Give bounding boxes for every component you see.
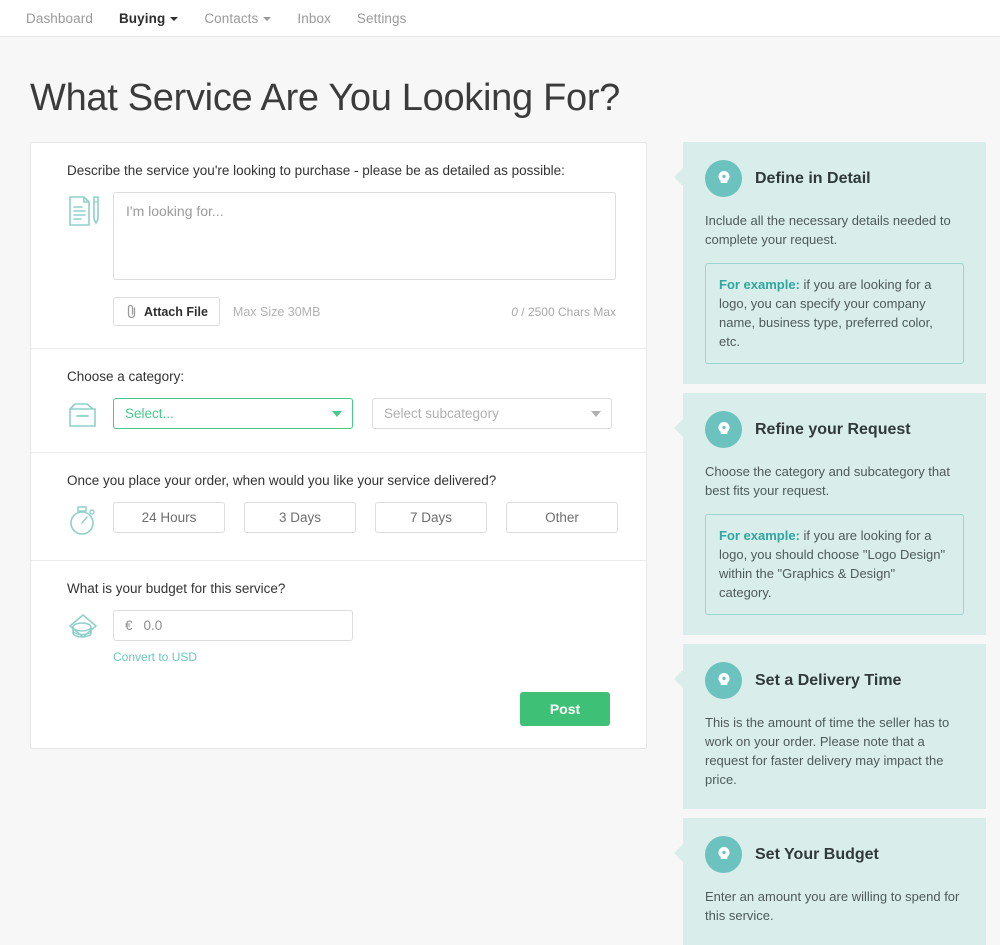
delivery-option-other[interactable]: Other bbox=[506, 502, 618, 533]
category-select[interactable]: Select... bbox=[113, 398, 353, 429]
subcategory-select[interactable]: Select subcategory bbox=[372, 398, 612, 429]
stopwatch-icon bbox=[67, 502, 113, 538]
delivery-option-label: 7 Days bbox=[409, 510, 453, 525]
tip-title: Define in Detail bbox=[755, 169, 871, 187]
tip-title: Refine your Request bbox=[755, 420, 911, 438]
delivery-option-label: 24 Hours bbox=[141, 510, 197, 525]
budget-label: What is your budget for this service? bbox=[67, 581, 286, 596]
top-navigation: Dashboard Buying Contacts Inbox Settings bbox=[0, 0, 1000, 37]
tip-body: This is the amount of time the seller ha… bbox=[705, 715, 950, 787]
page-title: What Service Are You Looking For? bbox=[30, 77, 621, 119]
describe-section: Describe the service you're looking to p… bbox=[31, 143, 646, 349]
budget-amount-input[interactable] bbox=[141, 617, 312, 634]
budget-section: What is your budget for this service? € bbox=[31, 561, 646, 748]
delivery-option-label: Other bbox=[545, 510, 579, 525]
nav-label: Dashboard bbox=[26, 10, 93, 26]
lightbulb-icon bbox=[705, 836, 742, 873]
content-layout: Describe the service you're looking to p… bbox=[0, 142, 1000, 945]
coins-icon bbox=[67, 610, 113, 646]
max-size-label: Max Size 30MB bbox=[232, 304, 321, 319]
delivery-option-7-days[interactable]: 7 Days bbox=[375, 502, 487, 533]
describe-footer: Attach File Max Size 30MB 0 / 2500 Chars… bbox=[113, 297, 616, 326]
convert-to-usd-link[interactable]: Convert to USD bbox=[113, 650, 197, 664]
tip-card-set-your-budget: Set Your Budget Enter an amount you are … bbox=[674, 818, 986, 945]
chevron-down-icon bbox=[332, 410, 342, 417]
category-select-value: Select... bbox=[125, 406, 174, 421]
nav-label: Settings bbox=[356, 10, 407, 26]
budget-input-wrapper[interactable]: € bbox=[113, 610, 353, 641]
tip-card-set-a-delivery-time: Set a Delivery Time This is the amount o… bbox=[674, 644, 986, 809]
subcategory-select-value: Select subcategory bbox=[384, 406, 499, 421]
folder-icon bbox=[67, 398, 113, 430]
tip-body: Enter an amount you are willing to spend… bbox=[705, 889, 960, 923]
post-button[interactable]: Post bbox=[520, 692, 610, 726]
chevron-down-icon bbox=[263, 17, 272, 21]
lightbulb-icon bbox=[705, 160, 742, 197]
tip-body: Choose the category and subcategory that… bbox=[705, 464, 950, 498]
tip-title: Set Your Budget bbox=[755, 845, 879, 863]
document-pencil-icon bbox=[67, 192, 113, 228]
char-max: / 2500 Chars Max bbox=[521, 304, 616, 319]
nav-item-inbox[interactable]: Inbox bbox=[297, 11, 331, 26]
page-container: What Service Are You Looking For? Descri… bbox=[0, 77, 1000, 945]
tip-example: For example: if you are looking for a lo… bbox=[705, 514, 964, 615]
nav-label: Contacts bbox=[204, 10, 259, 26]
delivery-option-3-days[interactable]: 3 Days bbox=[244, 502, 356, 533]
delivery-option-label: 3 Days bbox=[278, 510, 322, 525]
nav-label: Buying bbox=[118, 10, 166, 26]
delivery-option-24-hours[interactable]: 24 Hours bbox=[113, 502, 225, 533]
nav-item-settings[interactable]: Settings bbox=[357, 11, 407, 26]
nav-item-contacts[interactable]: Contacts bbox=[204, 10, 272, 26]
category-label: Choose a category: bbox=[67, 369, 185, 384]
attach-file-button[interactable]: Attach File bbox=[113, 297, 220, 326]
service-request-form: Describe the service you're looking to p… bbox=[30, 142, 647, 749]
chevron-down-icon bbox=[170, 17, 179, 21]
nav-item-buying[interactable]: Buying bbox=[118, 10, 179, 26]
chevron-down-icon bbox=[591, 410, 601, 417]
service-description-input[interactable] bbox=[113, 192, 616, 280]
currency-symbol: € bbox=[125, 618, 133, 633]
category-section: Choose a category: Select... Select subc… bbox=[31, 349, 646, 453]
tip-body: Include all the necessary details needed… bbox=[705, 213, 951, 247]
delivery-label: Once you place your order, when would yo… bbox=[67, 473, 497, 488]
describe-label: Describe the service you're looking to p… bbox=[67, 163, 565, 178]
tip-card-define-in-detail: Define in Detail Include all the necessa… bbox=[674, 142, 986, 384]
nav-label: Inbox bbox=[297, 10, 331, 26]
tip-card-refine-your-request: Refine your Request Choose the category … bbox=[674, 393, 986, 635]
tips-sidebar: Define in Detail Include all the necessa… bbox=[674, 142, 986, 945]
delivery-section: Once you place your order, when would yo… bbox=[31, 453, 646, 561]
nav-item-dashboard[interactable]: Dashboard bbox=[26, 11, 93, 26]
lightbulb-icon bbox=[705, 411, 742, 448]
lightbulb-icon bbox=[705, 662, 742, 699]
tip-example-prefix: For example: bbox=[719, 528, 800, 543]
char-counter: 0 / 2500 Chars Max bbox=[511, 305, 616, 319]
attach-file-label: Attach File bbox=[144, 304, 208, 319]
tip-title: Set a Delivery Time bbox=[755, 671, 902, 689]
char-current: 0 bbox=[511, 304, 518, 319]
paperclip-icon bbox=[127, 304, 136, 319]
tip-example-prefix: For example: bbox=[719, 277, 800, 292]
submit-row: Post bbox=[67, 692, 610, 726]
tip-example: For example: if you are looking for a lo… bbox=[705, 263, 964, 364]
